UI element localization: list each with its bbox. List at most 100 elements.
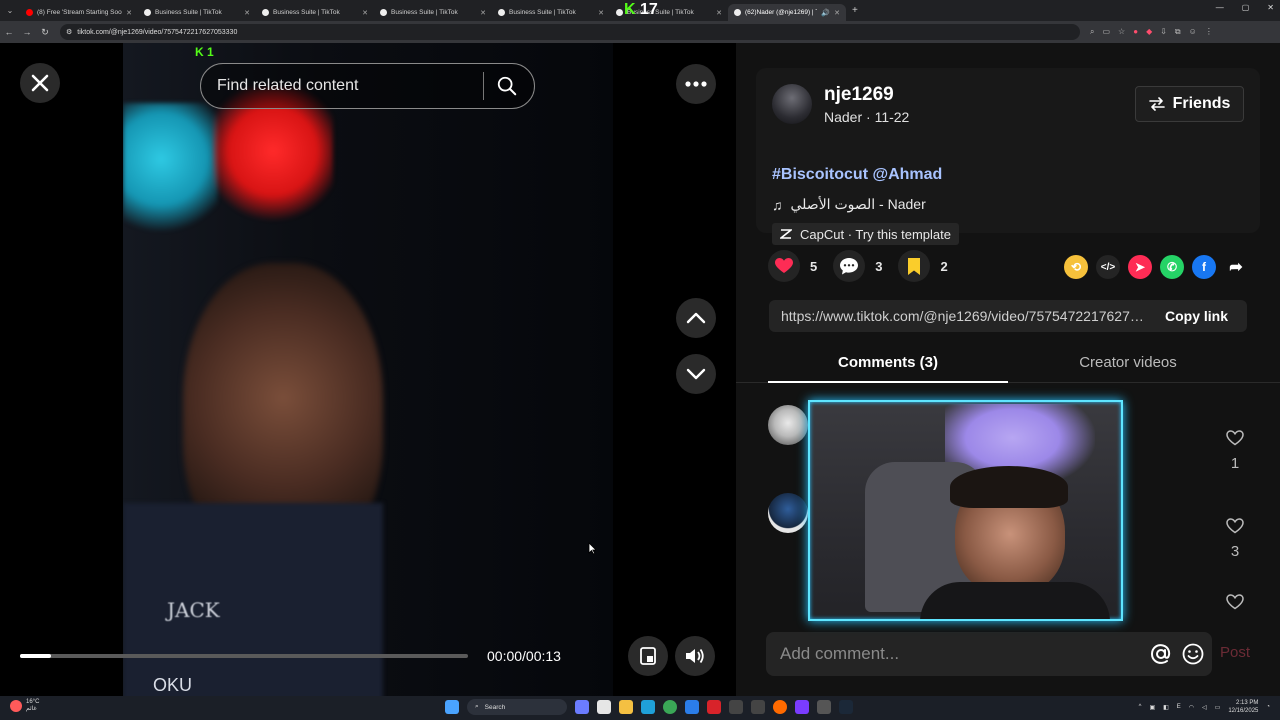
url-field[interactable]: ⚙ tiktok.com/@nje1269/video/757547221762…: [60, 24, 1080, 40]
downloads-icon[interactable]: ⇩: [1160, 27, 1167, 37]
mail-icon[interactable]: [685, 700, 699, 714]
comment-button[interactable]: [833, 250, 866, 282]
edge-icon[interactable]: [641, 700, 655, 714]
share-link-text[interactable]: https://www.tiktok.com/@nje1269/video/75…: [781, 308, 1149, 324]
close-tab-icon[interactable]: ✕: [598, 9, 604, 17]
app-icon[interactable]: [795, 700, 809, 714]
like-action[interactable]: 5: [768, 250, 817, 282]
hashtag-link[interactable]: #Biscoitocut: [772, 166, 868, 183]
video-player[interactable]: JACK OKU K 1: [123, 43, 613, 696]
profile-icon[interactable]: ☺: [1189, 27, 1197, 37]
app-icon[interactable]: [751, 700, 765, 714]
start-menu-icon[interactable]: [445, 700, 459, 714]
zoom-icon[interactable]: ⌕: [1090, 27, 1094, 37]
volume-button[interactable]: [675, 636, 715, 676]
comment-action[interactable]: 3: [833, 250, 882, 282]
author-username[interactable]: nje1269: [824, 84, 894, 106]
capcut-template-chip[interactable]: CapCut · Try this template: [772, 223, 959, 245]
minimize-icon[interactable]: —: [1216, 3, 1224, 12]
close-tab-icon[interactable]: ✕: [716, 9, 722, 17]
maximize-icon[interactable]: ▢: [1242, 3, 1250, 12]
close-window-icon[interactable]: ✕: [1267, 3, 1274, 12]
previous-video-button[interactable]: [676, 298, 716, 338]
notifications-icon[interactable]: ◔: [1266, 704, 1270, 710]
tray-app-icon[interactable]: ▣: [1149, 704, 1155, 711]
browser-menu-icon[interactable]: ⋮: [1205, 27, 1213, 37]
tab-comments[interactable]: Comments (3): [768, 345, 1008, 383]
comment-like[interactable]: 3: [1224, 518, 1246, 560]
comment-avatar[interactable]: [768, 405, 808, 445]
music-row[interactable]: ♫ الصوت الأصلي - Nader: [772, 196, 926, 213]
browser-tab[interactable]: Business Suite | TikTok ✕: [374, 4, 492, 21]
favorite-action[interactable]: 2: [898, 250, 948, 282]
app-icon[interactable]: [817, 700, 831, 714]
back-icon[interactable]: ←: [0, 27, 18, 37]
share-arrow-icon[interactable]: ➦: [1224, 255, 1248, 279]
extension-icon[interactable]: ◆: [1146, 27, 1152, 37]
close-tab-icon[interactable]: ✕: [834, 9, 840, 17]
post-comment-button[interactable]: Post: [1220, 644, 1250, 661]
browser-tab[interactable]: (8) Free 'Stream Starting Soon' ✕: [20, 4, 138, 21]
app-icon[interactable]: [707, 700, 721, 714]
task-view-icon[interactable]: [597, 700, 611, 714]
site-info-icon[interactable]: ⚙: [66, 28, 72, 36]
video-progress-bar[interactable]: [20, 654, 468, 658]
favorite-button[interactable]: [898, 250, 931, 282]
language-indicator[interactable]: E: [1177, 704, 1181, 710]
next-video-button[interactable]: [676, 354, 716, 394]
copilot-icon[interactable]: [575, 700, 589, 714]
battery-icon[interactable]: ▭: [1215, 704, 1221, 711]
reload-icon[interactable]: ↻: [36, 27, 54, 38]
volume-tray-icon[interactable]: ◁: [1202, 704, 1207, 711]
floating-player-button[interactable]: [628, 636, 668, 676]
extensions-puzzle-icon[interactable]: ⧉: [1175, 27, 1181, 37]
comment-avatar[interactable]: [768, 493, 808, 533]
app-icon[interactable]: [773, 700, 787, 714]
close-tab-icon[interactable]: ✕: [244, 9, 250, 17]
repost-icon[interactable]: ⟲: [1064, 255, 1088, 279]
mention-link[interactable]: @Ahmad: [872, 166, 942, 183]
more-options-button[interactable]: [676, 64, 716, 104]
send-to-friends-icon[interactable]: ➤: [1128, 255, 1152, 279]
forward-icon[interactable]: →: [18, 27, 36, 37]
author-avatar[interactable]: [772, 84, 812, 124]
copy-link-button[interactable]: Copy link: [1165, 308, 1228, 324]
weather-widget[interactable]: 16°C غائم: [10, 699, 39, 713]
steam-icon[interactable]: [839, 700, 853, 714]
new-tab-button[interactable]: +: [852, 5, 858, 16]
mention-at-icon[interactable]: [1150, 643, 1172, 665]
comment-like[interactable]: [1224, 594, 1246, 610]
emoji-icon[interactable]: [1182, 643, 1204, 665]
embed-code-icon[interactable]: </>: [1096, 255, 1120, 279]
friends-button[interactable]: Friends: [1135, 86, 1244, 122]
chrome-icon[interactable]: [663, 700, 677, 714]
mute-tab-icon[interactable]: 🔊: [821, 9, 830, 17]
tab-creator-videos[interactable]: Creator videos: [1008, 345, 1248, 383]
comment-input[interactable]: [780, 644, 1140, 664]
browser-tab-active[interactable]: (62)Nader (@nje1269) | Tik 🔊 ✕: [728, 4, 846, 21]
close-video-button[interactable]: [20, 63, 60, 103]
app-icon[interactable]: [729, 700, 743, 714]
taskbar-search[interactable]: ⌕ Search: [467, 699, 567, 715]
browser-tab[interactable]: Business Suite | TikTok ✕: [256, 4, 374, 21]
search-icon[interactable]: [496, 75, 518, 97]
clock[interactable]: 2:13 PM 12/16/2025: [1228, 699, 1258, 715]
close-tab-icon[interactable]: ✕: [126, 9, 132, 17]
browser-tab[interactable]: Business Suite | TikTok ✕: [138, 4, 256, 21]
like-button[interactable]: [768, 250, 800, 282]
tray-expand-icon[interactable]: ^: [1139, 704, 1142, 710]
browser-tab[interactable]: Business Suite | TikTok ✕: [492, 4, 610, 21]
facebook-icon[interactable]: f: [1192, 255, 1216, 279]
tray-app-icon[interactable]: ◧: [1163, 704, 1169, 711]
wifi-icon[interactable]: ◠: [1189, 704, 1194, 711]
whatsapp-icon[interactable]: ✆: [1160, 255, 1184, 279]
cast-icon[interactable]: ▭: [1102, 27, 1110, 37]
comment-like[interactable]: 1: [1224, 430, 1246, 472]
browser-tab[interactable]: Business Suite | TikTok K 17 ✕: [610, 1, 728, 21]
close-tab-icon[interactable]: ✕: [362, 9, 368, 17]
extension-icon[interactable]: ●: [1133, 27, 1138, 37]
related-search-input[interactable]: [217, 77, 477, 95]
file-explorer-icon[interactable]: [619, 700, 633, 714]
bookmark-star-icon[interactable]: ☆: [1118, 27, 1125, 37]
close-tab-icon[interactable]: ✕: [480, 9, 486, 17]
